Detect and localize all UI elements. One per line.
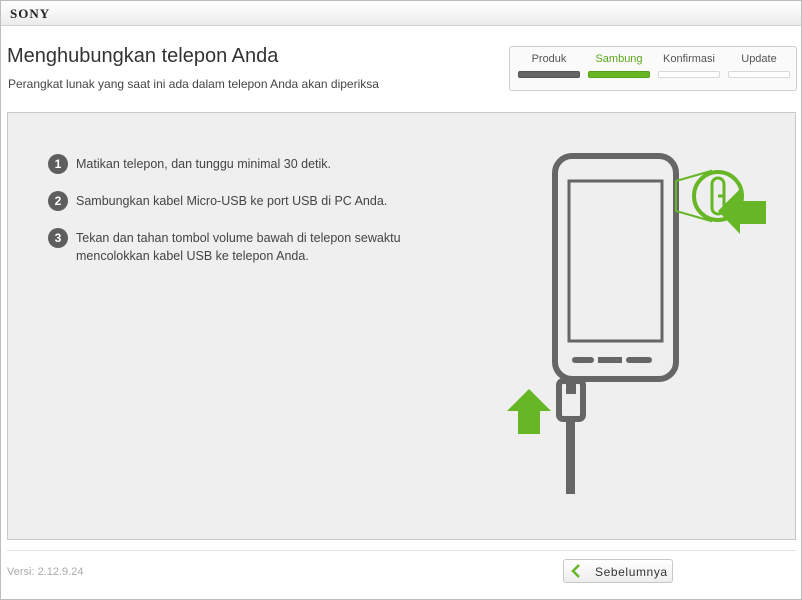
arrow-up-icon: [507, 389, 551, 434]
usb-cable-icon: [556, 374, 586, 494]
footer-divider: [7, 550, 796, 551]
step-bar: [588, 71, 650, 78]
version-label: Versi: 2.12.9.24: [7, 566, 84, 578]
page-title: Menghubungkan telepon Anda: [7, 45, 279, 67]
step-bar: [728, 71, 790, 78]
step-update: Update: [728, 53, 790, 78]
instructions-panel: 1 Matikan telepon, dan tunggu minimal 30…: [7, 112, 796, 540]
step-label: Produk: [531, 53, 567, 65]
instruction-text: Tekan dan tahan tombol volume bawah di t…: [76, 231, 401, 245]
instruction-text: Matikan telepon, dan tunggu minimal 30 d…: [76, 157, 332, 171]
instruction-text: mencolokkan kabel USB ke telepon Anda.: [76, 249, 309, 263]
chevron-left-icon: [571, 564, 580, 578]
sony-logo: SONY: [10, 6, 51, 21]
phone-usb-illustration: [507, 153, 766, 494]
title-bar[interactable]: SONY: [1, 1, 801, 26]
step-bar: [518, 71, 580, 78]
step-number-badge: 3: [48, 228, 68, 248]
back-button[interactable]: Sebelumnya: [563, 559, 673, 583]
step-number-badge: 2: [48, 191, 68, 211]
step-produk: Produk: [518, 53, 580, 78]
app-window: SONY Menghubungkan telepon Anda Perangka…: [0, 0, 802, 600]
step-label: Konfirmasi: [663, 53, 715, 65]
step-label: Sambung: [595, 53, 643, 65]
progress-stepper: Produk Sambung Konfirmasi Update: [509, 46, 797, 91]
back-button-label: Sebelumnya: [595, 565, 668, 579]
step-label: Update: [741, 53, 777, 65]
step-bar: [658, 71, 720, 78]
step-number-badge: 1: [48, 154, 68, 174]
step-konfirmasi: Konfirmasi: [658, 53, 720, 78]
page-subtitle: Perangkat lunak yang saat ini ada dalam …: [8, 77, 379, 91]
instruction-text: Sambungkan kabel Micro-USB ke port USB d…: [76, 194, 388, 208]
step-sambung: Sambung: [588, 53, 650, 78]
phone-icon: [552, 153, 679, 382]
